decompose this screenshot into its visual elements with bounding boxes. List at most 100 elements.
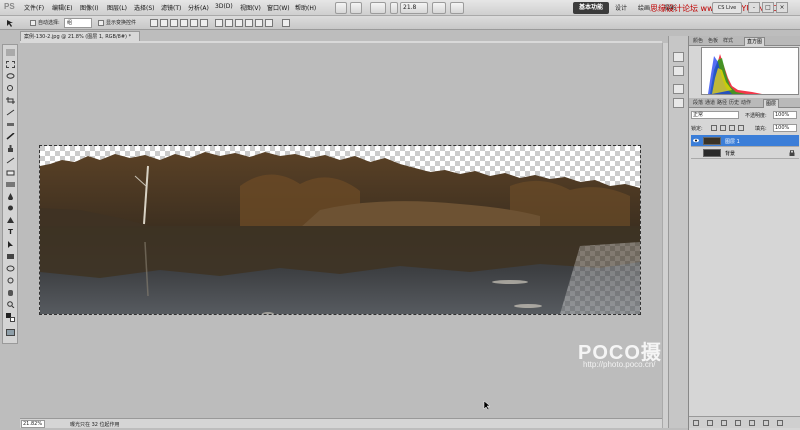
mini-bridge-icon[interactable] [350, 2, 362, 14]
quick-selection-tool-icon[interactable] [6, 85, 15, 92]
arrange-documents-icon[interactable] [432, 2, 446, 14]
lock-position-icon[interactable] [729, 125, 735, 131]
layer-row[interactable]: 背景 [691, 147, 799, 159]
shape-tool-icon[interactable] [6, 253, 15, 260]
layers-panel-tabs: 段落 通道 路径 历史 动作 图层 [689, 98, 800, 108]
menu-image[interactable]: 图像(I) [80, 3, 98, 12]
tab-swatches[interactable]: 色板 [706, 37, 720, 46]
delete-layer-icon[interactable] [777, 420, 783, 426]
menu-3d[interactable]: 3D(D) [215, 3, 233, 10]
menu-file[interactable]: 文件(F) [24, 3, 44, 12]
align-left-icon[interactable] [180, 19, 188, 27]
menu-filter[interactable]: 滤镜(T) [161, 3, 181, 12]
menu-select[interactable]: 选择(S) [134, 3, 155, 12]
distribute-vcenter-icon[interactable] [225, 19, 233, 27]
menu-edit[interactable]: 编辑(E) [52, 3, 72, 12]
marquee-tool-icon[interactable] [6, 61, 15, 68]
workspace-design[interactable]: 设计 [615, 3, 627, 12]
move-tool-icon[interactable] [6, 19, 14, 27]
lock-all-icon[interactable] [738, 125, 744, 131]
quick-mask-icon[interactable] [6, 329, 15, 336]
masks-icon[interactable] [673, 98, 684, 108]
zoom-field[interactable]: 21.82% [21, 420, 45, 428]
menu-layer[interactable]: 图层(L) [107, 3, 127, 12]
menu-window[interactable]: 窗口(W) [267, 3, 290, 12]
distribute-hcenter-icon[interactable] [255, 19, 263, 27]
distribute-top-icon[interactable] [215, 19, 223, 27]
distribute-bottom-icon[interactable] [235, 19, 243, 27]
move-tool-icon[interactable] [6, 49, 15, 56]
new-layer-icon[interactable] [763, 420, 769, 426]
hand-icon[interactable] [390, 2, 398, 14]
align-bottom-icon[interactable] [170, 19, 178, 27]
clone-stamp-tool-icon[interactable] [6, 145, 15, 152]
brush-tool-icon[interactable] [6, 133, 15, 140]
history-brush-tool-icon[interactable] [6, 157, 15, 164]
healing-brush-tool-icon[interactable] [6, 121, 15, 128]
layer-name[interactable]: 图层 1 [725, 138, 740, 145]
maximize-button[interactable]: □ [762, 2, 774, 13]
crop-tool-icon[interactable] [6, 97, 15, 104]
layer-row[interactable]: 图层 1 [691, 135, 799, 147]
bridge-icon[interactable] [335, 2, 347, 14]
zoom-level-dropdown[interactable]: 21.8 [400, 2, 428, 14]
auto-select-dropdown[interactable]: 组 [64, 18, 92, 28]
tab-color[interactable]: 颜色 [691, 37, 705, 46]
minimize-button[interactable]: - [748, 2, 760, 13]
align-right-icon[interactable] [200, 19, 208, 27]
menu-help[interactable]: 帮助(H) [295, 3, 316, 12]
blur-tool-icon[interactable] [6, 193, 15, 200]
eraser-tool-icon[interactable] [6, 169, 15, 176]
distribute-left-icon[interactable] [245, 19, 253, 27]
align-top-icon[interactable] [150, 19, 158, 27]
distribute-right-icon[interactable] [265, 19, 273, 27]
auto-align-icon[interactable] [282, 19, 290, 27]
visibility-eye-icon[interactable] [693, 138, 699, 143]
3d-orbit-tool-icon[interactable] [6, 277, 15, 284]
tab-actions[interactable]: 动作 [739, 99, 753, 108]
align-vcenter-icon[interactable] [160, 19, 168, 27]
workspace-painting[interactable]: 绘画 [638, 3, 650, 12]
add-mask-icon[interactable] [721, 420, 727, 426]
document-image[interactable] [39, 145, 641, 315]
tab-layers[interactable]: 图层 [763, 99, 780, 108]
histogram-panel-tabs: 颜色 色板 样式 直方图 [689, 36, 800, 46]
tab-styles[interactable]: 样式 [721, 37, 735, 46]
3d-rotate-tool-icon[interactable] [6, 265, 15, 272]
lasso-tool-icon[interactable] [6, 73, 15, 80]
background-color-swatch[interactable] [10, 317, 15, 322]
menu-view[interactable]: 视图(V) [240, 3, 261, 12]
view-extras-icon[interactable] [370, 2, 386, 14]
eyedropper-tool-icon[interactable] [6, 109, 15, 116]
layer-style-icon[interactable] [707, 420, 713, 426]
layer-name[interactable]: 背景 [725, 150, 735, 157]
pen-tool-icon[interactable] [6, 217, 15, 224]
hand-tool-icon[interactable] [6, 289, 15, 296]
adjustments-icon[interactable] [673, 84, 684, 94]
gradient-tool-icon[interactable] [6, 181, 15, 188]
path-selection-tool-icon[interactable] [6, 241, 15, 248]
screen-mode-icon[interactable] [450, 2, 464, 14]
link-layers-icon[interactable] [693, 420, 699, 426]
clone-source-icon[interactable] [673, 66, 684, 76]
show-transform-checkbox[interactable] [98, 20, 104, 26]
brush-presets-icon[interactable] [673, 52, 684, 62]
zoom-tool-icon[interactable] [6, 301, 15, 308]
lock-transparency-icon[interactable] [711, 125, 717, 131]
tab-histogram[interactable]: 直方图 [744, 37, 766, 46]
menu-analysis[interactable]: 分析(A) [188, 3, 209, 12]
lock-pixels-icon[interactable] [720, 125, 726, 131]
new-group-icon[interactable] [749, 420, 755, 426]
auto-select-checkbox[interactable] [30, 20, 36, 26]
close-button[interactable]: × [776, 2, 788, 13]
fill-field[interactable]: 100% [773, 124, 797, 132]
workspace-essentials-button[interactable]: 基本功能 [573, 2, 609, 14]
type-tool-icon[interactable]: T [6, 229, 15, 236]
document-info[interactable]: 曝光只在 32 位起作用 [70, 421, 120, 428]
cs-live-button[interactable]: CS Live [712, 2, 742, 14]
adjustment-layer-icon[interactable] [735, 420, 741, 426]
align-hcenter-icon[interactable] [190, 19, 198, 27]
blend-mode-dropdown[interactable]: 正常 [691, 111, 739, 119]
dodge-tool-icon[interactable] [6, 205, 15, 212]
opacity-field[interactable]: 100% [773, 111, 797, 119]
